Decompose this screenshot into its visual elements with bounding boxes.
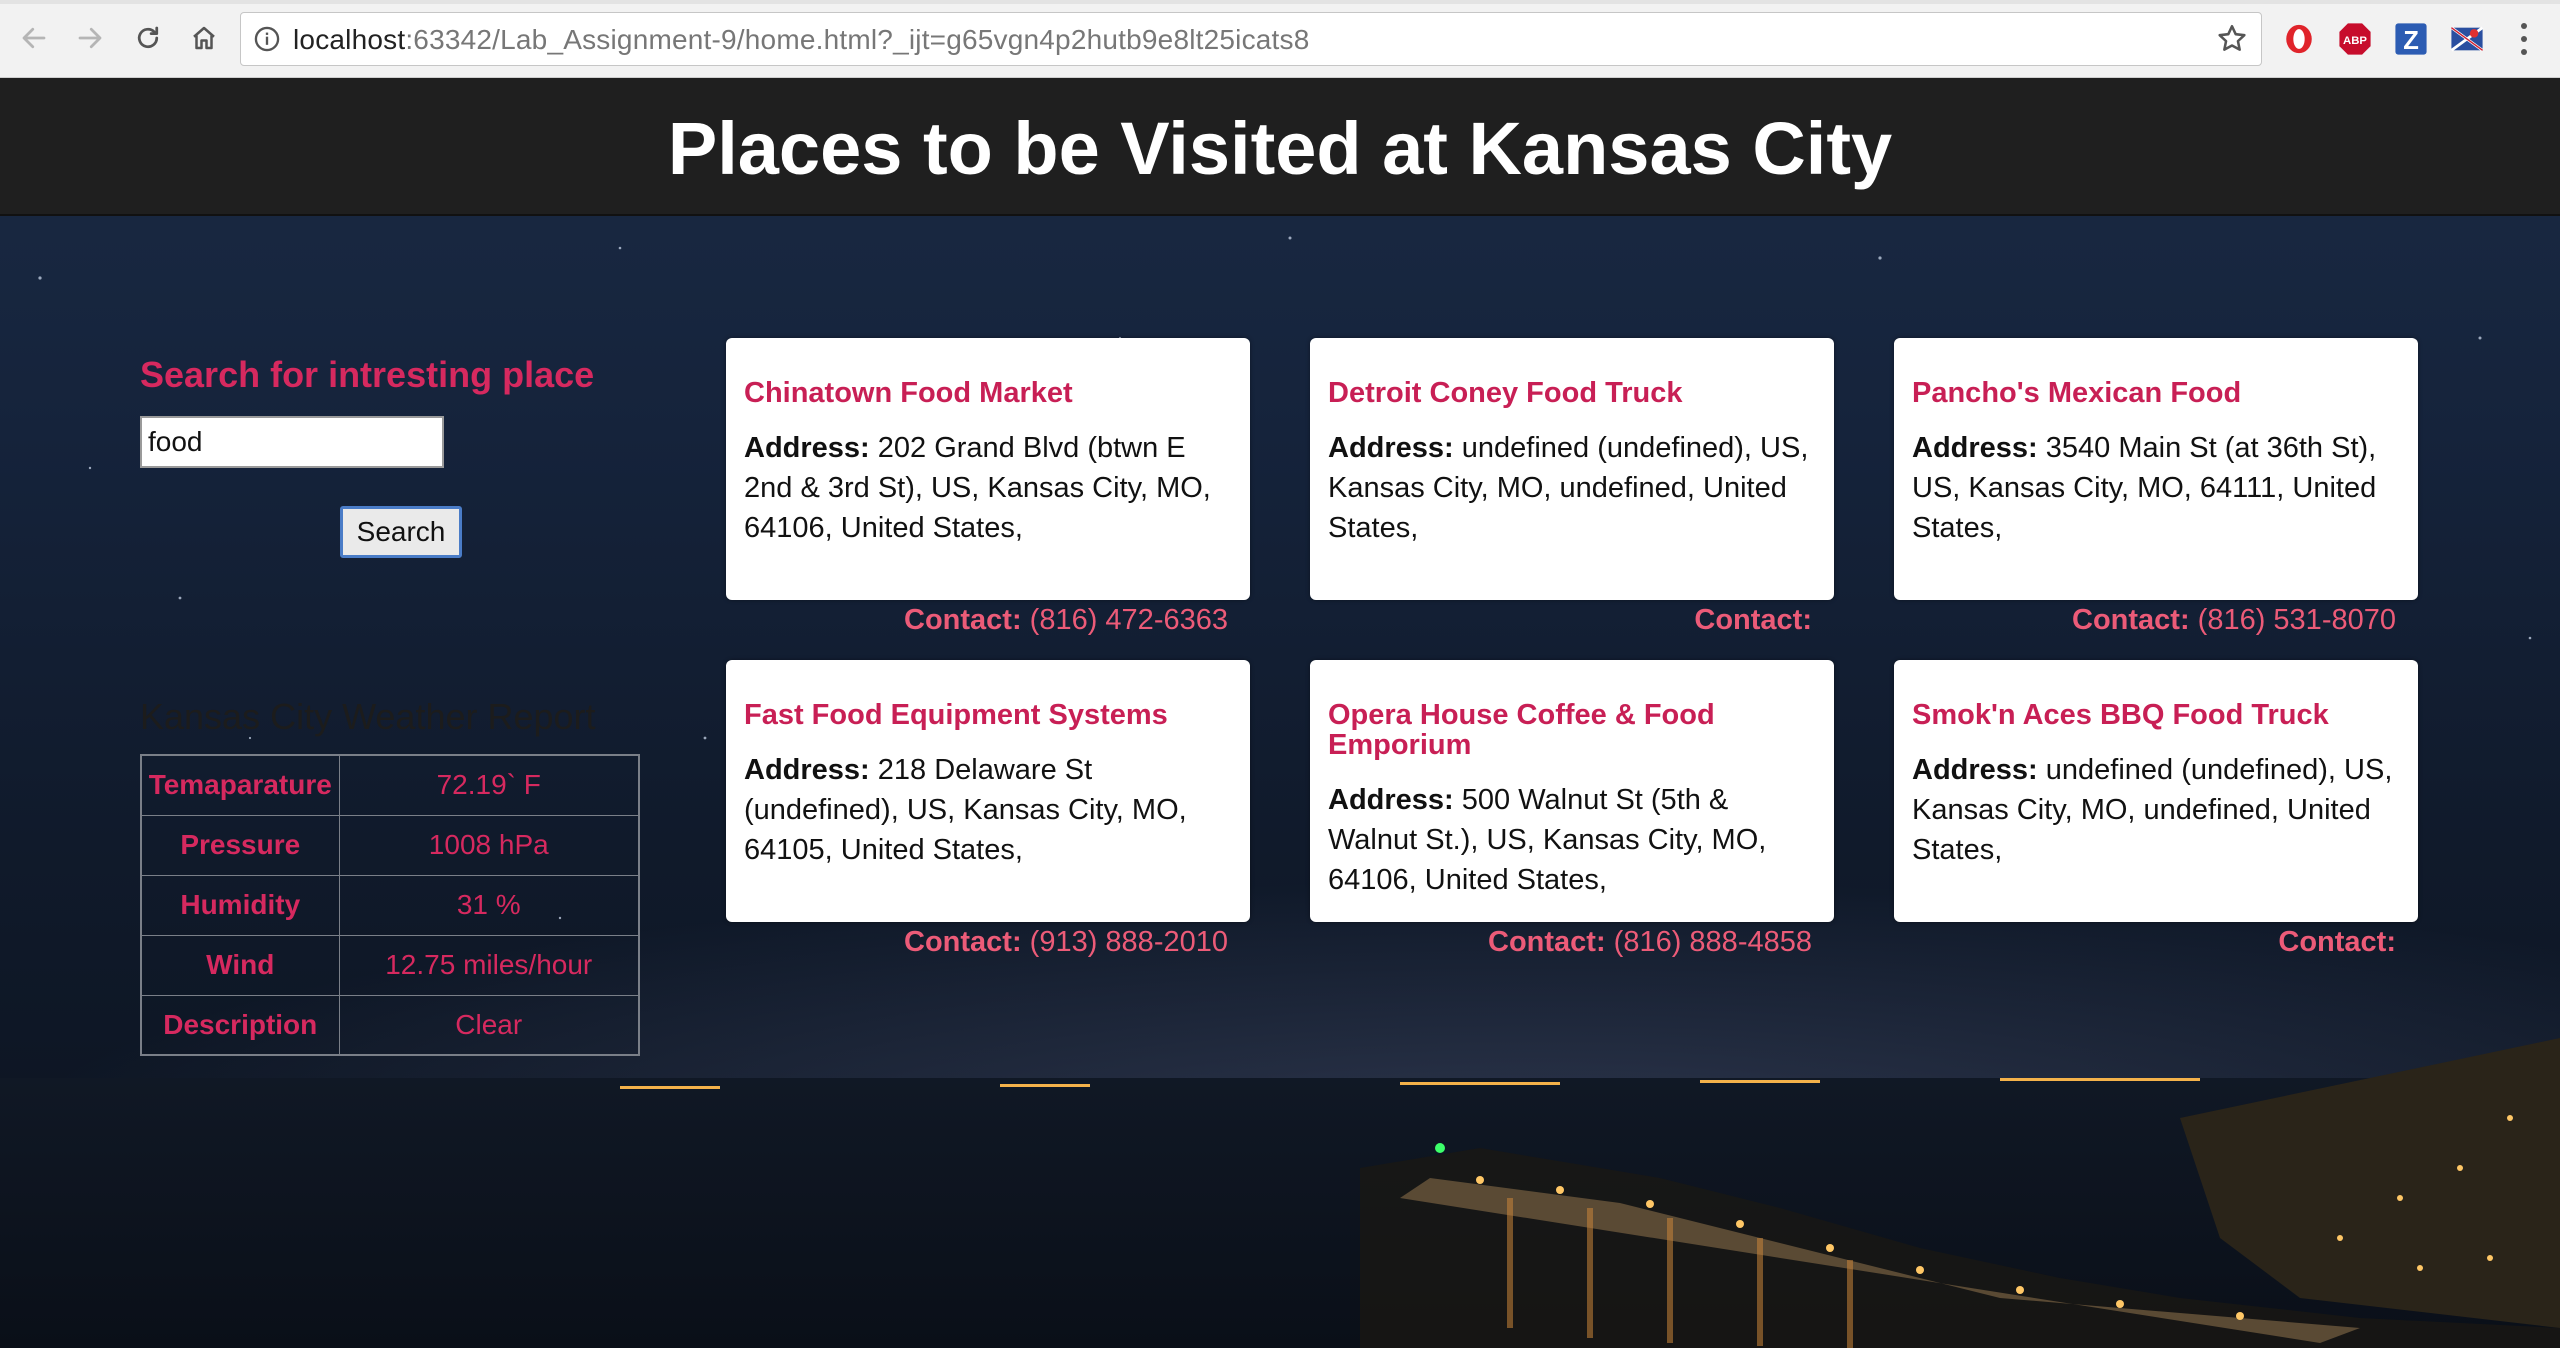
place-card: Smok'n Aces BBQ Food Truck Address: unde… <box>1894 660 2418 922</box>
weather-label: Temaparature <box>140 754 340 816</box>
place-name: Smok'n Aces BBQ Food Truck <box>1912 699 2329 731</box>
page-title: Places to be Visited at Kansas City <box>667 107 1893 190</box>
reload-button[interactable] <box>128 18 168 58</box>
place-contact: Contact: (816) 888-4858 <box>1488 926 1812 958</box>
weather-row-humidity: Humidity 31 % <box>140 874 640 936</box>
place-contact: Contact: (913) 888-2010 <box>904 926 1228 958</box>
weather-value: 31 % <box>338 874 640 936</box>
place-card: Fast Food Equipment Systems Address: 218… <box>726 660 1250 922</box>
weather-label: Description <box>140 994 340 1056</box>
home-button[interactable] <box>184 18 224 58</box>
weather-row-temperature: Temaparature 72.19` F <box>140 754 640 816</box>
weather-value: 72.19` F <box>338 754 640 816</box>
back-icon <box>22 27 46 49</box>
place-name: Fast Food Equipment Systems <box>744 699 1168 731</box>
url-text: localhost:63342/Lab_Assignment-9/home.ht… <box>293 24 1310 55</box>
svg-text:Z: Z <box>2403 27 2419 55</box>
place-address: Address: 218 Delaware St (undefined), US… <box>744 754 1187 866</box>
weather-label: Pressure <box>140 814 340 876</box>
place-contact: Contact: <box>1694 604 1812 636</box>
weather-value: Clear <box>338 994 640 1056</box>
place-card: Pancho's Mexican Food Address: 3540 Main… <box>1894 338 2418 600</box>
weather-row-pressure: Pressure 1008 hPa <box>140 814 640 876</box>
place-name: Pancho's Mexican Food <box>1912 377 2242 409</box>
page-viewport: Places to be Visited at Kansas City Sear… <box>0 78 2560 1348</box>
place-address: Address: undefined (undefined), US, Kans… <box>1328 432 1809 544</box>
place-name: Chinatown Food Market <box>744 377 1073 409</box>
weather-value: 1008 hPa <box>338 814 640 876</box>
place-contact: Contact: (816) 531-8070 <box>2072 604 2396 636</box>
address-bar[interactable]: localhost:63342/Lab_Assignment-9/home.ht… <box>240 12 2262 66</box>
background-harbor-town <box>1360 1038 2560 1348</box>
search-heading: Search for intresting place <box>140 354 595 395</box>
adblock-plus-icon[interactable]: ABP <box>2336 20 2374 58</box>
page-header: Places to be Visited at Kansas City <box>0 78 2560 216</box>
place-card: Opera House Coffee & Food Emporium Addre… <box>1310 660 1834 922</box>
browser-toolbar: localhost:63342/Lab_Assignment-9/home.ht… <box>0 0 2560 78</box>
back-button[interactable] <box>14 18 54 58</box>
place-name: Opera House Coffee & Food Emporium <box>1328 699 1715 761</box>
svg-text:ABP: ABP <box>2343 35 2367 47</box>
place-address: Address: 202 Grand Blvd (btwn E 2nd & 3r… <box>744 432 1211 544</box>
forward-icon <box>78 27 102 49</box>
flag-extension-icon[interactable] <box>2448 20 2486 58</box>
reload-icon <box>137 26 159 49</box>
search-input[interactable] <box>140 416 444 468</box>
browser-menu-icon[interactable] <box>2514 20 2534 58</box>
weather-row-description: Description Clear <box>140 994 640 1056</box>
home-icon <box>193 26 215 50</box>
forward-button[interactable] <box>70 18 110 58</box>
place-contact: Contact: (816) 472-6363 <box>904 604 1228 636</box>
opera-extension-icon[interactable] <box>2280 20 2318 58</box>
weather-heading: Kansas City Weather Report <box>140 696 596 737</box>
bookmark-star-icon[interactable] <box>2215 22 2249 56</box>
place-address: Address: undefined (undefined), US, Kans… <box>1912 754 2393 866</box>
place-name: Detroit Coney Food Truck <box>1328 377 1683 409</box>
weather-label: Humidity <box>140 874 340 936</box>
search-button[interactable]: Search <box>340 506 462 558</box>
place-card: Detroit Coney Food Truck Address: undefi… <box>1310 338 1834 600</box>
place-card: Chinatown Food Market Address: 202 Grand… <box>726 338 1250 600</box>
weather-label: Wind <box>140 934 340 996</box>
place-address: Address: 500 Walnut St (5th & Walnut St.… <box>1328 784 1767 896</box>
weather-row-wind: Wind 12.75 miles/hour <box>140 934 640 996</box>
info-icon[interactable] <box>253 25 281 53</box>
weather-table: Temaparature 72.19` F Pressure 1008 hPa Hu… <box>140 754 640 1056</box>
weather-value: 12.75 miles/hour <box>338 934 640 996</box>
tab-strip <box>0 0 2560 4</box>
place-address: Address: 3540 Main St (at 36th St), US, … <box>1912 432 2377 544</box>
place-contact: Contact: <box>2278 926 2396 958</box>
zotero-icon[interactable]: Z <box>2392 20 2430 58</box>
